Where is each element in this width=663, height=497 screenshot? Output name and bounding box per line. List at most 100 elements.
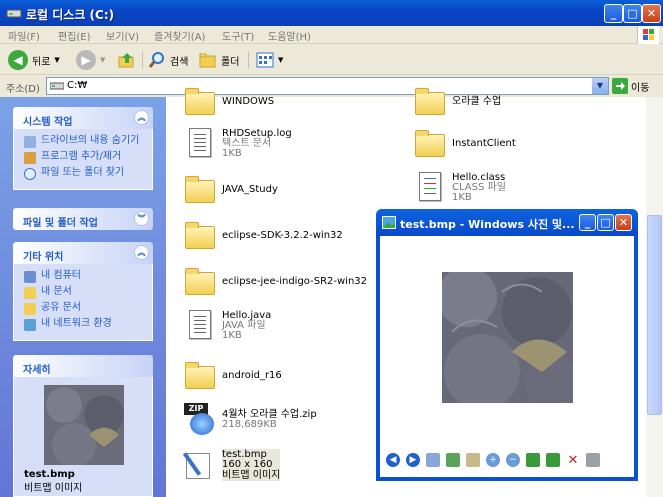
viewer-title-bar[interactable]: test.bmp - Windows 사진 및... _ □ ✕ xyxy=(376,209,638,236)
folder-icon xyxy=(414,85,446,117)
slideshow-icon[interactable] xyxy=(466,453,480,467)
menu-file[interactable]: 파일(F) xyxy=(8,28,40,43)
chevron-down-icon: ▼ xyxy=(278,56,284,64)
previous-image-icon[interactable]: ◀ xyxy=(386,453,400,467)
details-panel: 자세히 test.bmp 비트맵 이미지 xyxy=(13,355,153,497)
place-label: 내 컴퓨터 xyxy=(41,270,81,281)
hide-drive-contents-link[interactable]: 드라이브의 내용 숨기기 xyxy=(24,135,146,148)
file-item[interactable]: Hello.java JAVA 파일 1KB xyxy=(184,309,271,341)
file-item[interactable]: android_r16 xyxy=(184,359,282,391)
my-documents-link[interactable]: 내 문서 xyxy=(24,286,146,299)
up-folder-icon xyxy=(118,53,134,68)
viewer-maximize-button[interactable]: □ xyxy=(597,214,614,231)
viewer-close-button[interactable]: ✕ xyxy=(615,214,632,231)
file-name: eclipse-SDK-3.2.2-win32 xyxy=(222,229,343,241)
search-files-link[interactable]: 파일 또는 폴더 찾기 xyxy=(24,167,146,180)
back-button[interactable]: ◀ 뒤로 ▼ xyxy=(8,49,60,71)
window-title: 로컬 디스크 (C:) xyxy=(26,8,115,22)
details-title: 자세히 xyxy=(23,365,51,376)
task-label: 드라이브의 내용 숨기기 xyxy=(41,135,140,146)
menu-help[interactable]: 도움말(H) xyxy=(268,28,311,43)
folder-icon xyxy=(184,173,216,205)
file-item-selected[interactable]: test.bmp 160 x 160 비트맵 이미지 xyxy=(182,449,281,481)
file-tasks-header[interactable]: 파일 및 폴더 작업 ︾ xyxy=(13,208,153,230)
system-tasks-panel: 시스템 작업 ︽ 드라이브의 내용 숨기기 프로그램 추가/제거 파일 또는 폴더… xyxy=(13,107,153,190)
zoom-out-icon[interactable]: − xyxy=(506,453,520,467)
toolbar-separator xyxy=(142,51,143,69)
network-places-link[interactable]: 내 네트워크 환경 xyxy=(24,318,146,331)
rotate-counterclockwise-icon[interactable] xyxy=(546,453,560,467)
text-document-icon xyxy=(184,127,216,159)
file-name: eclipse-jee-indigo-SR2-win32 xyxy=(222,275,368,287)
viewer-minimize-button[interactable]: _ xyxy=(579,214,596,231)
my-computer-link[interactable]: 내 컴퓨터 xyxy=(24,270,146,283)
system-tasks-header[interactable]: 시스템 작업 ︽ xyxy=(13,107,153,129)
drive-contents-icon xyxy=(24,136,36,148)
folders-button[interactable]: 폴더 xyxy=(199,49,239,71)
place-label: 내 네트워크 환경 xyxy=(41,318,112,329)
windows-logo-icon xyxy=(637,26,659,44)
menu-tools[interactable]: 도구(T) xyxy=(222,28,254,43)
menu-edit[interactable]: 편집(E) xyxy=(58,28,91,43)
bitmap-image-icon xyxy=(182,449,216,481)
task-pane: 시스템 작업 ︽ 드라이브의 내용 숨기기 프로그램 추가/제거 파일 또는 폴더… xyxy=(0,97,166,497)
expand-chevron-icon[interactable]: ︾ xyxy=(134,211,149,226)
file-name: RHDSetup.log xyxy=(222,127,292,139)
shared-folder-icon xyxy=(24,303,36,315)
file-item[interactable]: 오라클 수업 xyxy=(414,85,501,117)
forward-arrow-icon: ▶ xyxy=(76,50,96,70)
image-dimensions: 160 x 160 xyxy=(222,459,273,470)
shared-documents-link[interactable]: 공유 문서 xyxy=(24,302,146,315)
folder-icon xyxy=(414,127,446,159)
file-item[interactable]: JAVA_Study xyxy=(184,173,278,205)
minimize-button[interactable]: _ xyxy=(604,4,623,23)
address-input[interactable]: C:₩ ▼ xyxy=(46,77,609,95)
views-button[interactable]: ▼ xyxy=(256,49,283,71)
other-places-header[interactable]: 기타 위치 ︽ xyxy=(13,242,153,264)
print-icon[interactable] xyxy=(586,453,600,467)
collapse-chevron-icon[interactable]: ︽ xyxy=(134,245,149,260)
details-file-type: 비트맵 이미지 xyxy=(24,483,83,494)
file-item[interactable]: ZIP 4월차 오라클 수업.zip 218,689KB xyxy=(184,403,317,435)
file-item[interactable]: WINDOWS xyxy=(184,85,274,117)
file-type: JAVA 파일 xyxy=(222,319,266,331)
search-button[interactable]: 검색 xyxy=(148,49,188,71)
viewer-toolbar: ◀ ▶ + − ✕ xyxy=(380,449,634,471)
maximize-button[interactable]: □ xyxy=(623,4,642,23)
image-thumbnail xyxy=(44,385,124,465)
drive-icon xyxy=(6,9,22,18)
file-tasks-panel: 파일 및 폴더 작업 ︾ xyxy=(13,208,153,230)
file-name: Hello.class xyxy=(452,171,506,183)
details-header[interactable]: 자세히 xyxy=(13,355,153,377)
network-icon xyxy=(24,319,36,331)
menu-favorites[interactable]: 즐겨찾기(A) xyxy=(154,28,205,43)
go-button[interactable]: 이동 xyxy=(612,78,649,94)
file-item[interactable]: Hello.class CLASS 파일 1KB xyxy=(414,171,506,203)
system-tasks-title: 시스템 작업 xyxy=(23,117,73,128)
rotate-clockwise-icon[interactable] xyxy=(526,453,540,467)
scrollbar-thumb[interactable] xyxy=(647,215,662,415)
zoom-in-icon[interactable]: + xyxy=(486,453,500,467)
file-item[interactable]: eclipse-jee-indigo-SR2-win32 xyxy=(184,265,367,297)
file-item[interactable]: InstantClient xyxy=(414,127,516,159)
file-size: 1KB xyxy=(452,191,472,203)
address-label: 주소(D) xyxy=(6,84,40,95)
next-image-icon[interactable]: ▶ xyxy=(406,453,420,467)
title-bar[interactable]: 로컬 디스크 (C:) _ □ ✕ xyxy=(0,0,663,26)
address-dropdown-icon[interactable]: ▼ xyxy=(592,78,608,94)
back-label: 뒤로 xyxy=(32,56,51,68)
place-label: 내 문서 xyxy=(41,286,72,297)
menu-view[interactable]: 보기(V) xyxy=(106,28,139,43)
collapse-chevron-icon[interactable]: ︽ xyxy=(134,110,149,125)
delete-icon[interactable]: ✕ xyxy=(566,453,580,468)
up-folder-button[interactable] xyxy=(118,49,136,71)
best-fit-icon[interactable] xyxy=(426,453,440,467)
actual-size-icon[interactable] xyxy=(446,453,460,467)
vertical-scrollbar[interactable] xyxy=(646,97,663,497)
search-icon xyxy=(24,168,36,180)
close-button[interactable]: ✕ xyxy=(642,4,661,23)
add-remove-programs-link[interactable]: 프로그램 추가/제거 xyxy=(24,151,146,164)
file-item[interactable]: eclipse-SDK-3.2.2-win32 xyxy=(184,219,343,251)
forward-button[interactable]: ▶ ▼ xyxy=(76,49,105,71)
file-item[interactable]: RHDSetup.log 텍스트 문서 1KB xyxy=(184,127,292,159)
